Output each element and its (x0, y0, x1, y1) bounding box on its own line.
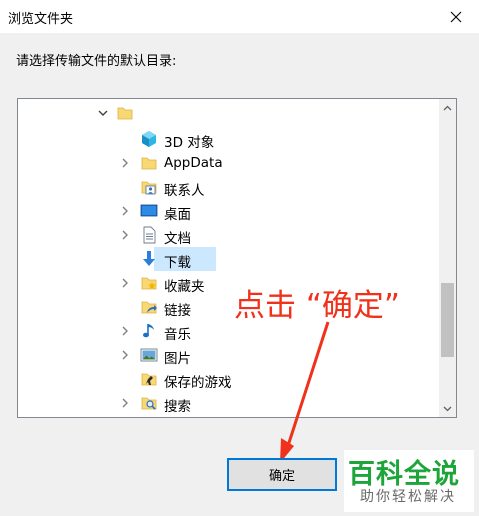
watermark-subtitle: 助你轻松解决 (360, 489, 456, 505)
annotation-arrow (280, 321, 330, 463)
watermark-logo: 百科全说 助你轻松解决 (344, 450, 474, 512)
browse-folder-dialog: 浏览文件夹 请选择传输文件的默认目录: 3D 对象 AppData 联系人 桌面… (0, 0, 479, 516)
ok-button[interactable]: 确定 (227, 458, 337, 491)
